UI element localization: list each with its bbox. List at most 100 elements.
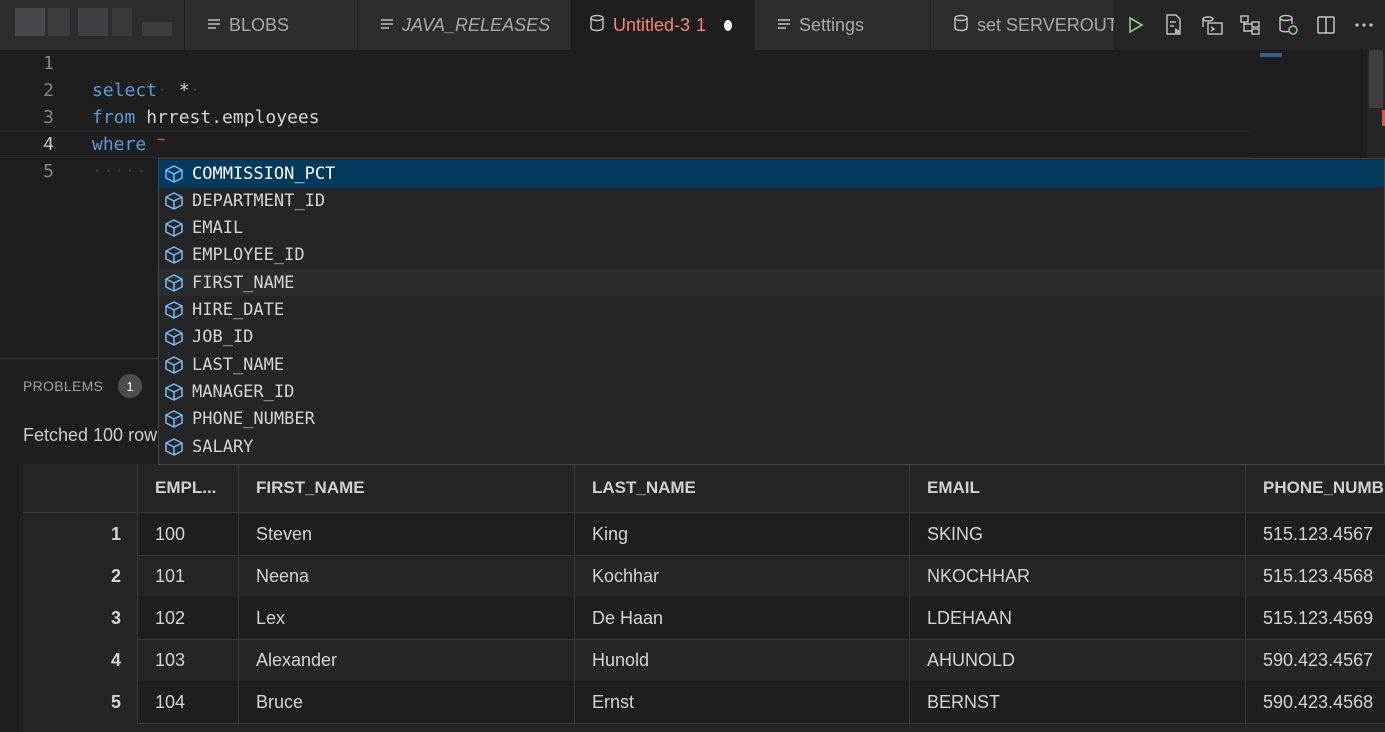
table-cell[interactable]: Hunold	[575, 639, 910, 681]
autocomplete-suggestions: COMMISSION_PCT DEPARTMENT_ID EMAIL EMPLOYEE…	[158, 158, 1385, 465]
suggestion-item[interactable]: FIRST_NAME	[159, 269, 1384, 297]
database-connect-icon[interactable]	[1277, 14, 1299, 36]
tab-label: Untitled-3	[613, 14, 691, 35]
field-cube-icon	[163, 381, 185, 403]
table-cell[interactable]: 515.123.4568	[1246, 555, 1385, 597]
tab-set-serveroutput[interactable]: set SERVEROUTP	[931, 0, 1115, 50]
tab-problem-count: 1	[696, 14, 707, 35]
table-cell[interactable]: 100	[138, 513, 239, 555]
table-cell[interactable]: Ernst	[575, 681, 910, 723]
suggestion-label: EMAIL	[192, 218, 244, 239]
table-row[interactable]: 1 100 Steven King SKING 515.123.4567	[23, 513, 1385, 555]
suggestion-item[interactable]: LAST_NAME	[159, 351, 1384, 378]
table-cell[interactable]: Neena	[239, 555, 575, 597]
table-cell[interactable]: LDEHAAN	[910, 597, 1246, 639]
table-cell[interactable]: 590.423.4567	[1246, 639, 1385, 681]
split-editor-icon[interactable]	[1315, 14, 1337, 36]
lines-icon	[380, 15, 394, 36]
suggestion-label: EMPLOYEE_ID	[192, 245, 305, 266]
table-cell[interactable]: Bruce	[239, 681, 575, 723]
suggestion-item[interactable]: MANAGER_ID	[159, 378, 1384, 405]
column-header[interactable]: EMAIL	[910, 464, 1246, 512]
suggestion-label: FIRST_NAME	[192, 272, 295, 293]
suggestion-label: DEPARTMENT_ID	[192, 190, 326, 211]
suggestion-item[interactable]: COMMISSION_PCT	[159, 160, 1384, 187]
tab-label: JAVA_RELEASES	[402, 14, 551, 35]
tab-untitled-3[interactable]: Untitled-3 1	[571, 0, 755, 50]
table-cell[interactable]: 515.123.4567	[1246, 513, 1385, 555]
table-row[interactable]: 2 101 Neena Kochhar NKOCHHAR 515.123.456…	[23, 555, 1385, 597]
suggestion-label: PHONE_NUMBER	[192, 409, 315, 430]
table-cell[interactable]: Steven	[239, 513, 575, 555]
tab-problems[interactable]: PROBLEMS 1	[23, 374, 143, 398]
run-script-icon[interactable]	[1163, 14, 1185, 36]
editor-scrollbar-thumb[interactable]	[1369, 50, 1383, 108]
row-number: 3	[23, 597, 138, 639]
table-cell[interactable]: 101	[138, 555, 239, 597]
table-cell[interactable]: 515.123.4569	[1246, 597, 1385, 639]
explain-plan-icon[interactable]	[1239, 14, 1261, 36]
row-divider	[138, 723, 1385, 724]
table-cell[interactable]: Alexander	[239, 639, 575, 681]
suggestion-item[interactable]: JOB_ID	[159, 324, 1384, 351]
minimap[interactable]	[1260, 53, 1282, 57]
line-number: 2	[43, 80, 54, 101]
row-divider	[138, 639, 1385, 640]
table-cell[interactable]: 590.423.4568	[1246, 681, 1385, 723]
column-header[interactable]: PHONE_NUMBE	[1246, 464, 1385, 512]
field-cube-icon	[163, 244, 185, 266]
error-squiggle-icon: ~	[157, 132, 166, 148]
table-cell[interactable]: SKING	[910, 513, 1246, 555]
field-cube-icon	[163, 408, 185, 430]
table-cell[interactable]: BERNST	[910, 681, 1246, 723]
run-icon[interactable]	[1125, 14, 1147, 36]
open-sql-terminal-icon[interactable]	[1201, 14, 1223, 36]
suggestion-label: JOB_ID	[192, 327, 254, 348]
row-divider	[138, 555, 1385, 556]
suggestion-item[interactable]: SALARY	[159, 433, 1384, 460]
more-actions-icon[interactable]	[1353, 14, 1375, 36]
row-number: 1	[23, 513, 138, 555]
table-cell[interactable]: Lex	[239, 597, 575, 639]
tab-label: BLOBS	[229, 14, 290, 35]
code-text: where ~	[92, 132, 166, 155]
suggestion-item[interactable]: PHONE_NUMBER	[159, 406, 1384, 433]
code-line[interactable]: 3 from hrrest.employees	[0, 104, 1250, 131]
code-line[interactable]: 2 select· *·	[0, 77, 1250, 104]
grid-header-row: EMPL... FIRST_NAME LAST_NAME EMAIL PHONE…	[23, 464, 1385, 513]
tab-java-releases[interactable]: JAVA_RELEASES	[358, 0, 571, 50]
code-line-current[interactable]: 4 where ~	[0, 131, 1250, 158]
suggestion-item[interactable]: EMAIL	[159, 215, 1384, 242]
table-cell[interactable]: 103	[138, 639, 239, 681]
suggestion-item[interactable]: EMPLOYEE_ID	[159, 242, 1384, 269]
table-cell[interactable]: AHUNOLD	[910, 639, 1246, 681]
field-cube-icon	[163, 190, 185, 212]
table-row[interactable]: 5 104 Bruce Ernst BERNST 590.423.4568	[23, 681, 1385, 723]
lines-icon	[207, 15, 221, 36]
suggestion-item[interactable]: DEPARTMENT_ID	[159, 187, 1384, 214]
column-header[interactable]: LAST_NAME	[575, 464, 910, 512]
line-number: 1	[43, 53, 54, 74]
unsaved-dot-icon[interactable]	[724, 19, 732, 31]
table-cell[interactable]: NKOCHHAR	[910, 555, 1246, 597]
table-cell[interactable]: 104	[138, 681, 239, 723]
suggestion-label: HIRE_DATE	[192, 300, 285, 320]
column-header[interactable]: FIRST_NAME	[239, 464, 575, 512]
suggestion-label: LAST_NAME	[192, 354, 285, 375]
tab-settings[interactable]: Settings	[755, 0, 931, 50]
table-cell[interactable]: De Haan	[575, 597, 910, 639]
table-cell[interactable]: King	[575, 513, 910, 555]
row-number: 4	[23, 639, 138, 681]
suggestion-item[interactable]: HIRE_DATE	[159, 297, 1384, 324]
table-cell[interactable]: Kochhar	[575, 555, 910, 597]
code-line[interactable]: 1	[0, 50, 1250, 77]
tab-label: set SERVEROUTP	[977, 14, 1115, 35]
table-cell[interactable]: 102	[138, 597, 239, 639]
tab-blobs[interactable]: BLOBS	[185, 0, 358, 50]
field-cube-icon	[163, 217, 185, 239]
table-row[interactable]: 3 102 Lex De Haan LDEHAAN 515.123.4569	[23, 597, 1385, 639]
database-icon	[953, 14, 969, 37]
column-header[interactable]: EMPL...	[138, 464, 239, 512]
row-number-header	[23, 464, 138, 512]
table-row[interactable]: 4 103 Alexander Hunold AHUNOLD 590.423.4…	[23, 639, 1385, 681]
